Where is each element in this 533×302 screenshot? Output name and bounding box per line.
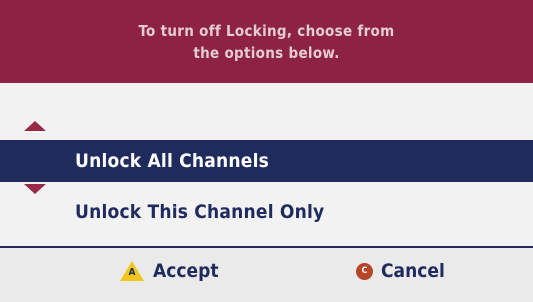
accept-icon-glyph: A xyxy=(128,267,136,278)
option-unlock-all-channels[interactable]: Unlock All Channels xyxy=(0,140,533,182)
option-label: Unlock All Channels xyxy=(75,150,269,172)
accept-button[interactable]: A Accept xyxy=(120,260,219,282)
footer-bar: A Accept C Cancel xyxy=(0,248,533,302)
cancel-button[interactable]: C Cancel xyxy=(356,260,445,282)
scroll-up-icon[interactable] xyxy=(24,121,46,131)
dialog-header: To turn off Locking, choose from the opt… xyxy=(0,0,533,83)
accept-a-icon: A xyxy=(120,261,144,281)
option-label: Unlock This Channel Only xyxy=(75,201,325,223)
cancel-label: Cancel xyxy=(381,260,445,282)
options-list: Unlock All Channels Unlock This Channel … xyxy=(0,83,533,246)
lock-settings-screen: To turn off Locking, choose from the opt… xyxy=(0,0,533,302)
accept-label: Accept xyxy=(153,260,219,282)
cancel-c-icon: C xyxy=(356,262,373,280)
dialog-message-line-2: the options below. xyxy=(193,43,340,62)
dialog-message-line-1: To turn off Locking, choose from xyxy=(138,21,395,40)
option-unlock-this-channel-only[interactable]: Unlock This Channel Only xyxy=(0,191,533,233)
